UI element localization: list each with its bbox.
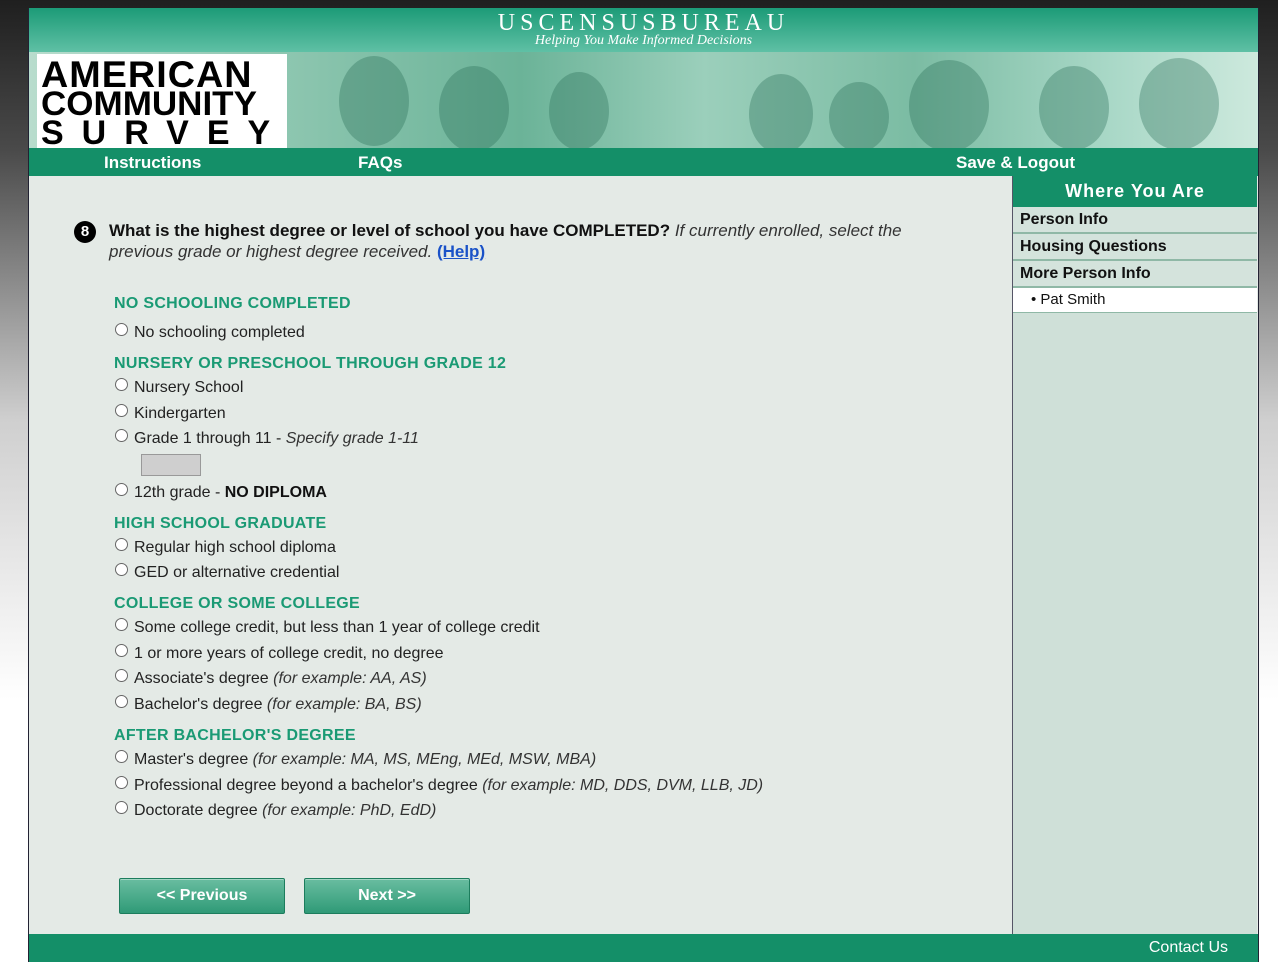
option-grade-1-11[interactable]: Grade 1 through 11 - Specify grade 1-11 (115, 429, 419, 448)
nav-faqs-link[interactable]: FAQs (358, 153, 402, 173)
option-kindergarten[interactable]: Kindergarten (115, 404, 226, 423)
sidebar-header: Where You Are (1013, 176, 1257, 207)
option-label: Nursery School (134, 379, 244, 396)
radio-bachelor[interactable] (115, 695, 128, 709)
question-panel: 8 What is the highest degree or level of… (29, 176, 1012, 934)
option-label: Associate's degree (134, 670, 274, 687)
option-bachelor[interactable]: Bachelor's degree (for example: BA, BS) (115, 695, 422, 714)
option-example: (for example: MD, DDS, DVM, LLB, JD) (482, 777, 764, 794)
radio-no-schooling[interactable] (115, 323, 128, 337)
option-label: Grade 1 through 11 - (134, 430, 286, 447)
next-button[interactable]: Next >> (304, 878, 470, 914)
radio-doctorate[interactable] (115, 801, 128, 815)
radio-professional[interactable] (115, 776, 128, 790)
radio-college-1plus[interactable] (115, 644, 128, 658)
option-college-1plus[interactable]: 1 or more years of college credit, no de… (115, 644, 444, 663)
radio-hs-diploma[interactable] (115, 538, 128, 552)
option-label: 12th grade - (134, 484, 225, 501)
option-doctorate[interactable]: Doctorate degree (for example: PhD, EdD) (115, 801, 437, 820)
option-nursery[interactable]: Nursery School (115, 378, 244, 397)
help-link[interactable]: (Help) (437, 242, 485, 261)
option-label: Doctorate degree (134, 802, 263, 819)
option-label: No schooling completed (134, 324, 305, 341)
sidebar-item-more-person-info[interactable]: More Person Info (1013, 261, 1257, 288)
option-hs-diploma[interactable]: Regular high school diploma (115, 538, 336, 557)
option-associate[interactable]: Associate's degree (for example: AA, AS) (115, 669, 427, 688)
option-example: (for example: AA, AS) (273, 670, 427, 687)
radio-grade-1-11[interactable] (115, 429, 128, 443)
section-no-schooling: NO SCHOOLING COMPLETED (114, 295, 351, 312)
sidebar-item-housing-questions[interactable]: Housing Questions (1013, 234, 1257, 261)
option-label: Bachelor's degree (134, 696, 267, 713)
option-no-schooling[interactable]: No schooling completed (115, 323, 305, 342)
bureau-tagline: Helping You Make Informed Decisions (534, 33, 753, 48)
logo-line-survey: SURVEY (41, 114, 289, 152)
option-some-college[interactable]: Some college credit, but less than 1 yea… (115, 618, 540, 637)
radio-some-college[interactable] (115, 618, 128, 632)
option-example: (for example: MA, MS, MEng, MEd, MSW, MB… (252, 751, 597, 768)
sidebar-item-person-info[interactable]: Person Info (1013, 207, 1257, 234)
nav-save-logout-link[interactable]: Save & Logout (956, 153, 1075, 173)
radio-kindergarten[interactable] (115, 404, 128, 418)
grade-specify-input[interactable] (141, 454, 201, 476)
previous-button[interactable]: << Previous (119, 878, 285, 914)
nav-instructions-link[interactable]: Instructions (104, 153, 201, 173)
option-label-italic: Specify grade 1-11 (285, 430, 419, 447)
option-label: GED or alternative credential (134, 564, 340, 581)
sidebar-subitem-pat-smith[interactable]: • Pat Smith (1013, 288, 1257, 313)
option-label: Kindergarten (134, 405, 226, 422)
question-bold-text: What is the highest degree or level of s… (109, 221, 671, 240)
option-grade-12[interactable]: 12th grade - NO DIPLOMA (115, 483, 327, 502)
radio-associate[interactable] (115, 669, 128, 683)
question-text: What is the highest degree or level of s… (109, 220, 929, 262)
where-you-are-sidebar: Where You Are Person Info Housing Questi… (1012, 176, 1257, 934)
option-master[interactable]: Master's degree (for example: MA, MS, ME… (115, 750, 597, 769)
option-label: Some college credit, but less than 1 yea… (134, 619, 540, 636)
option-ged[interactable]: GED or alternative credential (115, 563, 340, 582)
option-label: Master's degree (134, 751, 253, 768)
radio-master[interactable] (115, 750, 128, 764)
census-banner: USCENSUSBUREAU Helping You Make Informed… (29, 8, 1258, 52)
section-hs-graduate: HIGH SCHOOL GRADUATE (114, 515, 327, 532)
option-example: (for example: BA, BS) (266, 696, 422, 713)
contact-us-link[interactable]: Contact Us (1149, 939, 1228, 957)
section-after-bachelor: AFTER BACHELOR'S DEGREE (114, 727, 356, 744)
option-example: (for example: PhD, EdD) (262, 802, 437, 819)
option-professional[interactable]: Professional degree beyond a bachelor's … (115, 776, 764, 795)
option-label: Professional degree beyond a bachelor's … (134, 777, 483, 794)
option-label-bold: NO DIPLOMA (224, 484, 327, 501)
question-number-badge: 8 (74, 221, 96, 243)
radio-nursery[interactable] (115, 378, 128, 392)
top-nav: Instructions FAQs Save & Logout (29, 148, 1258, 176)
footer-bar: Contact Us (29, 934, 1258, 962)
option-label: Regular high school diploma (134, 539, 336, 556)
option-label: 1 or more years of college credit, no de… (134, 645, 444, 662)
radio-ged[interactable] (115, 563, 128, 577)
radio-grade-12[interactable] (115, 483, 128, 497)
survey-window: USCENSUSBUREAU Helping You Make Informed… (28, 8, 1259, 962)
section-nursery-grade12: NURSERY OR PRESCHOOL THROUGH GRADE 12 (114, 355, 507, 372)
section-college: COLLEGE OR SOME COLLEGE (114, 595, 361, 612)
acs-logo: AMERICAN COMMUNITY SURVEY (37, 54, 289, 152)
